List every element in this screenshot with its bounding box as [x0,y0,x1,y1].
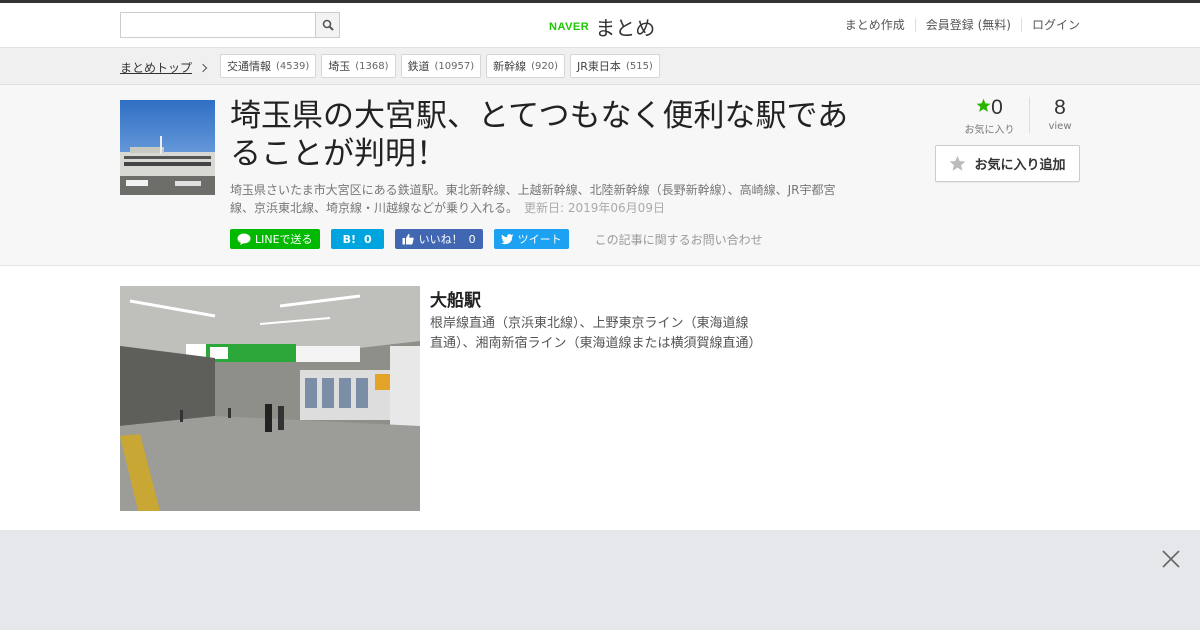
hatena-bookmark-button[interactable]: B! 0 [330,229,384,249]
search-input[interactable] [120,12,315,38]
tag-item[interactable]: 埼玉 (1368) [321,54,396,78]
article-title: 埼玉県の大宮駅、とてつもなく便利な駅であることが判明！ [230,98,849,172]
search-button[interactable] [315,12,340,38]
hatena-icon: B! [342,232,356,246]
article-header: 埼玉県の大宮駅、とてつもなく便利な駅であることが判明！ 埼玉県さいたま市大宮区に… [0,85,1200,266]
bottom-ad-area [0,530,1200,630]
station-concourse-image [120,286,420,511]
logo-brand: NAVER [549,20,590,33]
tag-count: (515) [625,60,653,72]
facebook-like-button[interactable]: いいね！ 0 [394,229,483,249]
tag-label: 鉄道 [407,60,430,73]
favorites-number-row: 0 [950,97,1029,119]
add-favorite-label: お気に入り追加 [974,158,1066,173]
article-stats: 0 お気に入り 8 view [950,97,1080,137]
tag-item[interactable]: 新幹線 (920) [486,54,566,78]
tag-count: (4539) [276,60,310,72]
updated-date: 更新日: 2019年06月09日 [524,201,665,215]
header-links: まとめ作成 会員登録 (無料) ログイン [835,18,1080,32]
favorites-label: お気に入り [964,125,1015,136]
views-stat: 8 view [1030,97,1080,133]
contact-link[interactable]: この記事に関するお問い合わせ [595,231,763,248]
tag-count: (920) [531,60,559,72]
search-icon [322,19,334,31]
tag-label: JR東日本 [577,60,621,73]
tweet-label: ツイート [517,233,562,246]
breadcrumb-top-link[interactable]: まとめトップ [120,59,192,76]
register-link[interactable]: 会員登録 (無料) [914,18,1021,32]
article-thumbnail[interactable] [120,100,215,195]
create-matome-link[interactable]: まとめ作成 [835,18,915,32]
line-share-button[interactable]: LINEで送る [230,229,320,249]
tag-count: (1368) [355,60,389,72]
tag-label: 交通情報 [227,60,271,73]
item-description: 根岸線直通（京浜東北線）、上野東京ライン（東海道線直通）、湘南新宿ライン（東海道… [430,316,762,351]
like-count: 0 [468,232,476,246]
thumbs-up-icon [402,233,414,245]
close-icon[interactable] [1162,550,1180,568]
item-photo[interactable] [120,286,420,511]
article-description: 埼玉県さいたま市大宮区にある鉄道駅。東北新幹線、上越新幹線、北陸新幹線（長野新幹… [230,181,855,217]
star-icon [976,98,991,112]
views-label: view [1048,121,1072,132]
logo-text: まとめ [595,16,656,40]
item-title: 大船駅 [430,291,481,311]
tag-list: 交通情報 (4539) 埼玉 (1368) 鉄道 (10957) 新幹線 (920) J… [220,54,665,78]
site-header: NAVER まとめ まとめ作成 会員登録 (無料) ログイン [0,3,1200,48]
station-thumbnail-image [120,100,215,195]
breadcrumb[interactable]: まとめトップ [120,59,208,76]
share-buttons: LINEで送る B! 0 いいね！ 0 ツイート この記事に関するお問い合わせ [230,229,763,249]
tag-label: 埼玉 [328,60,351,73]
article-content: 大船駅 根岸線直通（京浜東北線）、上野東京ライン（東海道線直通）、湘南新宿ライン… [0,266,1200,529]
tag-count: (10957) [434,60,475,72]
add-favorite-button[interactable]: お気に入り追加 [935,145,1080,182]
login-link[interactable]: ログイン [1020,18,1080,32]
star-outline-icon [950,155,966,171]
twitter-bird-icon [500,233,514,244]
favorites-count: 0 [991,96,1003,119]
tag-item[interactable]: 鉄道 (10957) [400,54,482,78]
tag-item[interactable]: JR東日本 (515) [570,54,660,78]
line-icon [237,233,251,245]
views-count: 8 [1054,96,1066,119]
line-share-label: LINEで送る [255,233,313,246]
hatena-count: 0 [363,232,372,246]
chevron-right-icon [198,63,208,72]
site-logo[interactable]: NAVER まとめ [549,12,655,41]
tweet-button[interactable]: ツイート [493,229,569,249]
like-label: いいね！ [418,233,463,246]
tag-bar: まとめトップ 交通情報 (4539) 埼玉 (1368) 鉄道 (10957) 新幹線… [0,48,1200,85]
favorites-stat: 0 お気に入り [950,97,1030,136]
search-box [120,12,340,38]
tag-item[interactable]: 交通情報 (4539) [220,54,317,78]
tag-label: 新幹線 [493,60,527,73]
